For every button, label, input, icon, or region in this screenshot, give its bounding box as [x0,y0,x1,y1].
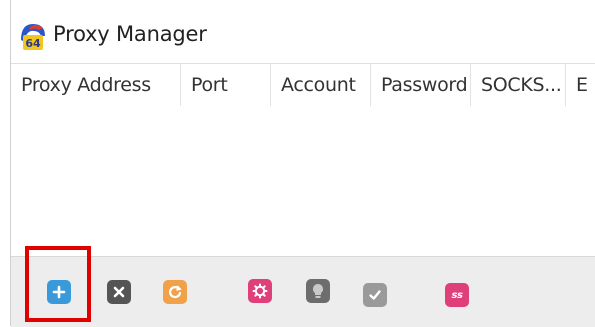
refresh-button[interactable] [163,280,187,304]
shadowsocks-button[interactable]: ss [445,283,469,307]
title-bar: 64 Proxy Manager [11,0,595,60]
add-button-highlight [25,246,91,322]
test-proxy-button[interactable] [306,279,330,303]
proxy-list[interactable] [11,106,595,254]
column-header-account[interactable]: Account [271,64,371,106]
settings-button[interactable] [248,279,272,303]
confirm-button[interactable] [363,283,387,307]
refresh-icon [167,284,183,300]
column-header-port[interactable]: Port [181,64,271,106]
toolbar: ss [11,256,595,327]
column-header-e[interactable]: E [566,64,595,106]
check-icon [368,288,382,302]
app-icon-badge: 64 [25,37,41,50]
window-title: Proxy Manager [53,22,207,46]
table-header: Proxy Address Port Account Password SOCK… [11,63,595,107]
ss-icon: ss [451,289,463,301]
column-header-password[interactable]: Password [371,64,471,106]
column-header-proxy-address[interactable]: Proxy Address [11,64,181,106]
gear-icon [252,283,268,299]
bulb-icon [311,283,325,299]
column-header-socks[interactable]: SOCKS... [471,64,566,106]
delete-proxy-button[interactable] [107,280,131,304]
close-icon [112,285,126,299]
proxy-manager-window: 64 Proxy Manager Proxy Address Port Acco… [10,0,595,327]
app-logo-icon: 64 [17,20,49,52]
